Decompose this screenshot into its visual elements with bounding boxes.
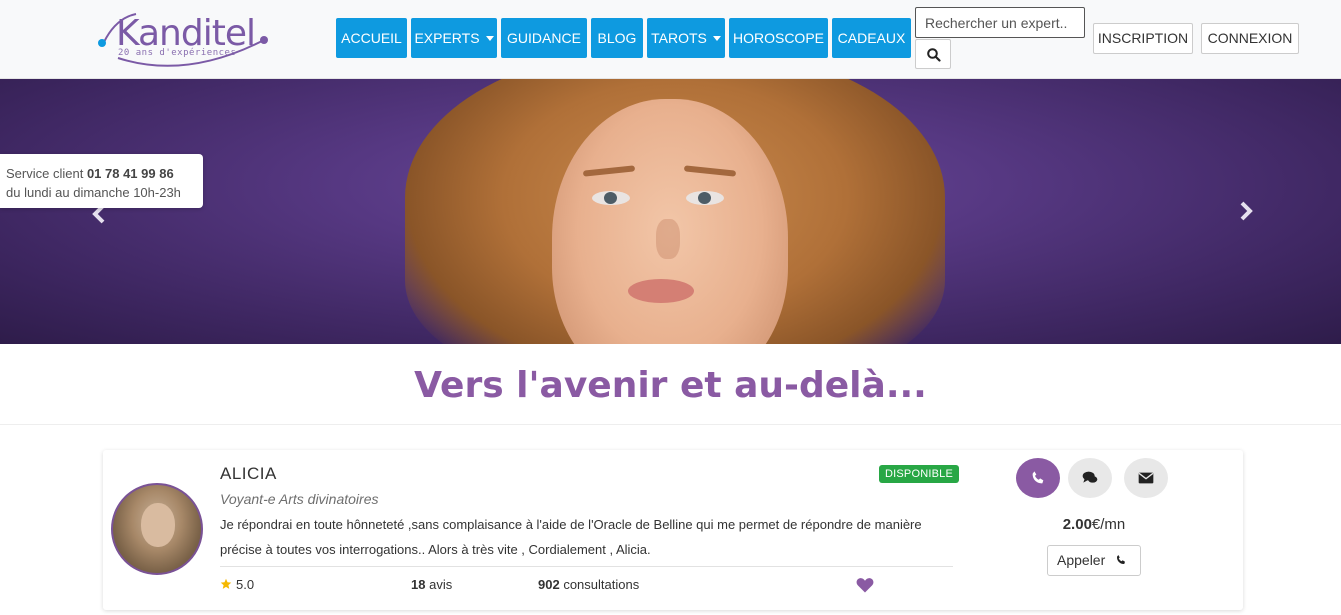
caret-down-icon [712, 35, 721, 41]
expert-card: ALICIA DISPONIBLE Voyant-e Arts divinato… [103, 450, 1243, 610]
section-divider [0, 424, 1341, 425]
nav-tarots[interactable]: TAROTS [647, 18, 725, 58]
customer-service-box: Service client 01 78 41 99 86 du lundi a… [0, 154, 203, 208]
hero-image-eye-right [686, 191, 724, 205]
service-phone[interactable]: 01 78 41 99 86 [87, 166, 174, 181]
hero-carousel [0, 79, 1341, 344]
call-button-label: Appeler [1057, 552, 1106, 568]
page-tagline: Vers l'avenir et au-delà... [414, 365, 927, 406]
nav-horoscope[interactable]: HOROSCOPE [729, 18, 828, 58]
chat-icon [1082, 471, 1098, 483]
heart-icon[interactable] [856, 577, 874, 593]
reviews-label: avis [429, 577, 453, 592]
chat-circle-button[interactable] [1068, 458, 1112, 498]
hero-image-eye-left [592, 191, 630, 205]
nav-experts[interactable]: EXPERTS [411, 18, 497, 58]
price-value: 2.00 [1062, 516, 1092, 533]
email-circle-button[interactable] [1124, 458, 1168, 498]
search-icon [927, 48, 941, 62]
nav-tarots-label: TAROTS [651, 30, 707, 46]
signup-button[interactable]: INSCRIPTION [1093, 23, 1193, 54]
consultations-label: consultations [563, 577, 640, 592]
reviews-stat[interactable]: 18 avis [411, 577, 452, 592]
caret-down-icon [485, 35, 494, 41]
rating-value: 5.0 [236, 577, 255, 592]
hero-image-lips [628, 279, 694, 303]
expert-name[interactable]: ALICIA [220, 464, 277, 484]
search-input[interactable] [915, 7, 1085, 38]
consultations-count: 902 [538, 577, 560, 592]
nav-cadeaux[interactable]: CADEAUX [832, 18, 911, 58]
expert-description: Je répondrai en toute hônneteté ,sans co… [220, 517, 922, 557]
chevron-right-icon[interactable] [1238, 201, 1254, 221]
price-unit: €/mn [1091, 516, 1126, 533]
call-button[interactable]: Appeler [1047, 545, 1141, 576]
logo[interactable]: Kanditel 20 ans d'expériences [96, 8, 272, 74]
nav-experts-label: EXPERTS [414, 30, 480, 46]
nav-horoscope-label: HOROSCOPE [732, 30, 824, 46]
avatar-face [141, 503, 175, 547]
site-header: Kanditel 20 ans d'expériences ACCUEIL EX… [0, 0, 1341, 79]
expert-category: Voyant-e Arts divinatoires [220, 491, 379, 507]
nav-guidance-label: GUIDANCE [507, 30, 581, 46]
price: 2.00€/mn [1003, 516, 1185, 533]
star-icon [220, 578, 232, 589]
hero-image-nose [656, 219, 680, 259]
nav-guidance[interactable]: GUIDANCE [501, 18, 587, 58]
service-hours: du lundi au dimanche 10h-23h [6, 185, 181, 200]
phone-icon [1032, 471, 1044, 484]
nav-accueil-label: ACCUEIL [341, 30, 402, 46]
nav-blog[interactable]: BLOG [591, 18, 643, 58]
avatar[interactable] [111, 483, 203, 575]
consultations-stat: 902 consultations [538, 577, 639, 592]
service-line-1: Service client 01 78 41 99 86 [6, 164, 203, 183]
search-button[interactable] [915, 39, 951, 69]
nav-cadeaux-label: CADEAUX [837, 30, 906, 46]
nav-blog-label: BLOG [597, 30, 637, 46]
service-label: Service client [6, 166, 84, 181]
reviews-count: 18 [411, 577, 426, 592]
nav-accueil[interactable]: ACCUEIL [336, 18, 407, 58]
envelope-icon [1138, 472, 1154, 484]
card-divider [220, 566, 953, 567]
phone-icon [1116, 555, 1125, 565]
status-badge: DISPONIBLE [879, 465, 960, 483]
login-button[interactable]: CONNEXION [1201, 23, 1299, 54]
call-circle-button[interactable] [1016, 458, 1060, 498]
logo-tagline: 20 ans d'expériences [118, 48, 237, 58]
